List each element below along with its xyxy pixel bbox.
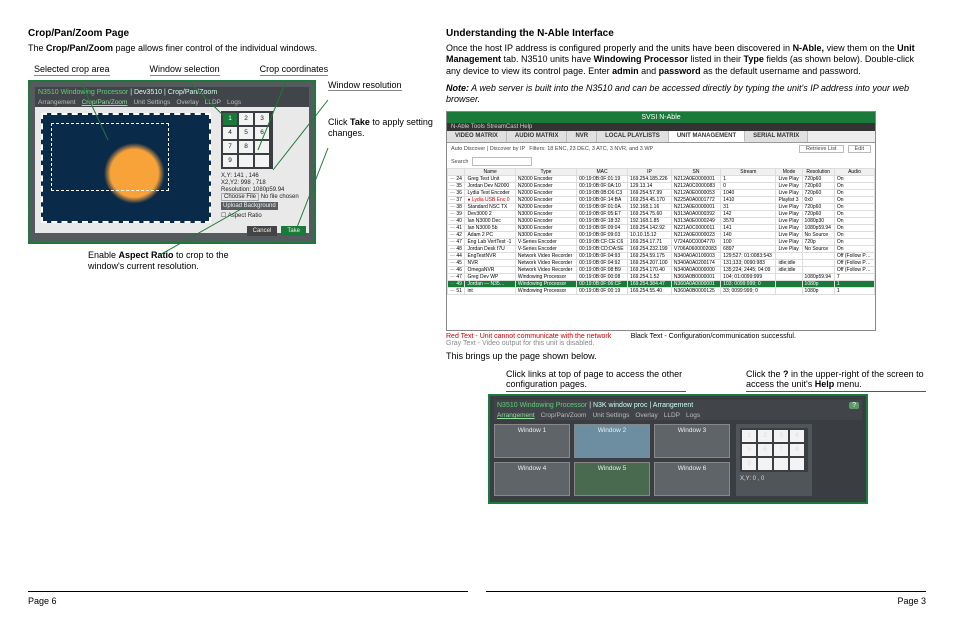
t: The <box>28 43 46 53</box>
t: Filters: 18 ENC, 23 DEC, 3 ATC, 3 NVR, a… <box>529 146 653 152</box>
heading-nable: Understanding the N-Able Interface <box>446 28 926 39</box>
tab[interactable]: Overlay <box>635 412 657 419</box>
nable-tabs[interactable]: VIDEO MATRIXAUDIO MATRIXNVRLOCAL PLAYLIS… <box>447 131 875 143</box>
tab[interactable]: Overlay <box>176 99 198 106</box>
upload-button[interactable]: Upload Background <box>221 202 278 210</box>
tab[interactable]: LLDP <box>664 412 680 419</box>
take-button[interactable]: Take <box>281 226 306 236</box>
tab-bar: Arrangement Crop/Pan/Zoom Unit Settings … <box>35 98 309 107</box>
edit-button[interactable]: Edit <box>848 145 871 153</box>
arr-title: N3510 Windowing Processor | N3K window p… <box>494 400 862 411</box>
nable-menu[interactable]: N-Able Tools StreamCast Help <box>447 123 875 131</box>
tab[interactable]: Unit Settings <box>133 99 170 106</box>
t[interactable]: Auto Discover | Discover by IP <box>451 146 525 152</box>
tab[interactable]: Arrangement <box>38 99 76 106</box>
aspect-checkbox[interactable]: Aspect Ratio <box>228 213 262 219</box>
window-grid[interactable]: Window 1 Window 2 Window 3 Window 4 Wind… <box>494 424 730 496</box>
heading-cpz: Crop/Pan/Zoom Page <box>28 28 426 39</box>
t: Dev3510 <box>134 89 162 96</box>
xy2: X2,Y2: 998 , 718 <box>221 180 305 186</box>
page-number-left: Page 6 <box>28 596 57 606</box>
arr-xy: X,Y: 0 , 0 <box>740 476 808 482</box>
legend: Red Text - Unit cannot communicate with … <box>446 333 926 347</box>
tab[interactable]: Arrangement <box>497 412 535 419</box>
choose-file-button[interactable]: Choose File <box>221 193 259 201</box>
figure-nable: SVSI N-Able N-Able Tools StreamCast Help… <box>446 111 876 331</box>
retrieve-button[interactable]: Retrieve List <box>799 145 844 153</box>
figure-cpz: N3510 Windowing Processor | Dev3510 | Cr… <box>28 80 316 244</box>
search-label: Search <box>451 159 468 165</box>
xy: X,Y: 141 , 146 <box>221 173 305 179</box>
t: Crop/Pan/Zoom <box>168 89 217 96</box>
tab[interactable]: LLDP <box>205 99 221 106</box>
crop-preview[interactable] <box>41 113 211 223</box>
callout-crop-coords: Crop coordinates <box>260 64 329 76</box>
window-title: N3510 Windowing Processor | Dev3510 | Cr… <box>35 87 309 98</box>
para-nable: Once the host IP address is configured p… <box>446 43 926 77</box>
callout-take: Click Take to apply setting changes. <box>328 117 448 139</box>
arr-selector[interactable]: 1234 5678 9 <box>740 428 808 472</box>
t: No file chosen <box>261 194 299 200</box>
para-brings-up: This brings up the page shown below. <box>446 351 926 362</box>
callout-window-resolution: Window resolution <box>328 80 402 91</box>
nable-title: SVSI N-Able <box>447 112 875 123</box>
figure-arrangement: N3510 Windowing Processor | N3K window p… <box>488 394 868 504</box>
tab[interactable]: Crop/Pan/Zoom <box>541 412 587 419</box>
help-icon[interactable]: ? <box>849 402 859 409</box>
unit-table[interactable]: NameTypeMACIPSNStreamModeResolutionAudio… <box>447 168 875 295</box>
callout-help: Click the ? in the upper-right of the sc… <box>746 369 926 393</box>
tab[interactable]: Logs <box>227 99 241 106</box>
window-selector[interactable]: 123 456 78 9 <box>221 111 273 169</box>
t: N3510 Windowing Processor <box>38 89 128 96</box>
cancel-button[interactable]: Cancel <box>247 226 278 236</box>
callout-config-links: Click links at top of page to access the… <box>506 369 686 393</box>
tab[interactable]: Crop/Pan/Zoom <box>82 99 128 106</box>
t: page allows finer control of the individ… <box>113 43 317 53</box>
search-input[interactable] <box>472 157 532 166</box>
t: Crop/Pan/Zoom <box>46 43 113 53</box>
intro-cpz: The Crop/Pan/Zoom page allows finer cont… <box>28 43 426 54</box>
callout-crop-area: Selected crop area <box>34 64 110 76</box>
callout-window-selection: Window selection <box>150 64 220 76</box>
page-number-right: Page 3 <box>897 596 926 606</box>
tab[interactable]: Unit Settings <box>592 412 629 419</box>
callout-aspect: Enable Aspect Ratio to crop to the windo… <box>88 250 238 272</box>
note-nable: Note: A web server is built into the N35… <box>446 83 926 106</box>
tab[interactable]: Logs <box>686 412 700 419</box>
